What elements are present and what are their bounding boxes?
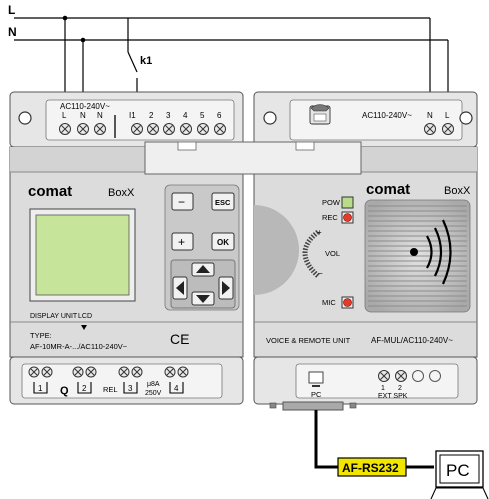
- voice-remote-unit: AC110-240V~ N L comat BoxX POW REC + VOL…: [253, 91, 478, 411]
- mic-icon: [343, 298, 352, 307]
- type-value: AF-10MR-A-.../AC110-240V~: [30, 342, 128, 351]
- mount-hole: [18, 111, 32, 125]
- ce-mark: CE: [170, 331, 189, 347]
- port-num-2: 2: [398, 385, 402, 392]
- module-link-bar: [144, 141, 362, 175]
- lcd-caption: LCD: [78, 313, 92, 320]
- right-screw-l: [442, 123, 454, 135]
- left-model: BoxX: [108, 187, 135, 199]
- rs232-label: AF-RS232: [342, 461, 399, 475]
- mic-label: MIC: [322, 298, 336, 307]
- vol-plus: +: [317, 228, 322, 237]
- term-label-i1: I1: [129, 111, 136, 120]
- voice-unit-caption: VOICE & REMOTE UNIT: [266, 336, 351, 345]
- term-label-4: 4: [183, 111, 188, 120]
- rec-button[interactable]: [343, 213, 352, 222]
- port-ext-spk: EXT SPK: [378, 393, 408, 400]
- output-4: 4: [174, 384, 179, 393]
- output-rel: REL: [103, 385, 118, 394]
- type-label: TYPE:: [30, 331, 52, 340]
- contact-label: k1: [140, 55, 152, 67]
- junction-dot-l: [62, 15, 68, 21]
- esc-button[interactable]: ESC: [211, 192, 235, 211]
- serial-connector: [269, 401, 357, 411]
- term-label-n2: N: [97, 111, 103, 120]
- ok-button[interactable]: OK: [211, 232, 235, 251]
- vol-label: VOL: [325, 249, 340, 258]
- pc-label: PC: [446, 461, 470, 480]
- rs232-label-box: AF-RS232: [337, 457, 407, 477]
- left-terminal-title: AC110-240V~: [60, 102, 110, 111]
- mount-hole-right: [263, 111, 277, 125]
- wiring-diagram: L N k1 AC110-240V~ L N N I1 2 3 4 5 6 co…: [8, 3, 489, 499]
- output-1: 1: [38, 384, 43, 393]
- term-label-3: 3: [166, 111, 171, 120]
- output-3: 3: [128, 384, 133, 393]
- right-term-l: L: [445, 111, 450, 120]
- term-label-6: 6: [217, 111, 222, 120]
- link-notch-right: [295, 141, 315, 151]
- port-num-1: 1: [381, 385, 385, 392]
- term-label-n1: N: [80, 111, 86, 120]
- right-brand: comat: [366, 181, 410, 198]
- link-notch-left: [177, 141, 197, 151]
- minus-label: −: [178, 195, 185, 209]
- right-terminal-title: AC110-240V~: [362, 111, 412, 120]
- speaker-grille: [364, 199, 471, 313]
- pow-label: POW: [322, 198, 341, 207]
- plus-label: +: [178, 235, 185, 249]
- esc-label: ESC: [215, 198, 231, 207]
- right-term-n: N: [427, 111, 433, 120]
- term-label-5: 5: [200, 111, 205, 120]
- output-rating-voltage: 250V: [145, 390, 162, 397]
- lcd-screen: [35, 214, 130, 296]
- port-pc-label: PC: [311, 390, 322, 399]
- term-label-2: 2: [149, 111, 154, 120]
- output-rating-current: μ8A: [147, 381, 160, 388]
- junction-dot-n: [80, 37, 86, 43]
- output-q: Q: [60, 385, 69, 397]
- mount-hole-right-2: [459, 111, 473, 125]
- ok-label: OK: [217, 238, 229, 247]
- logic-controller-unit: AC110-240V~ L N N I1 2 3 4 5 6 comat Box…: [9, 91, 244, 405]
- right-screw-n: [424, 123, 436, 135]
- pc-icon: PC: [430, 450, 489, 499]
- pow-led: [341, 196, 354, 209]
- term-label-l: L: [62, 111, 67, 120]
- phone-icon: [309, 104, 331, 125]
- voice-model-code: AF-MUL/AC110-240V~: [371, 336, 453, 345]
- direction-pad[interactable]: [170, 259, 236, 309]
- right-model: BoxX: [444, 185, 471, 197]
- rec-label: REC: [322, 213, 338, 222]
- display-unit-caption: DISPLAY UNIT: [30, 313, 78, 320]
- wire-label-l: L: [8, 3, 15, 17]
- left-brand: comat: [28, 183, 72, 200]
- vol-minus: −: [318, 269, 323, 278]
- plus-button[interactable]: +: [171, 232, 194, 251]
- wire-label-n: N: [8, 25, 17, 39]
- output-2: 2: [82, 384, 87, 393]
- minus-button[interactable]: −: [171, 192, 194, 211]
